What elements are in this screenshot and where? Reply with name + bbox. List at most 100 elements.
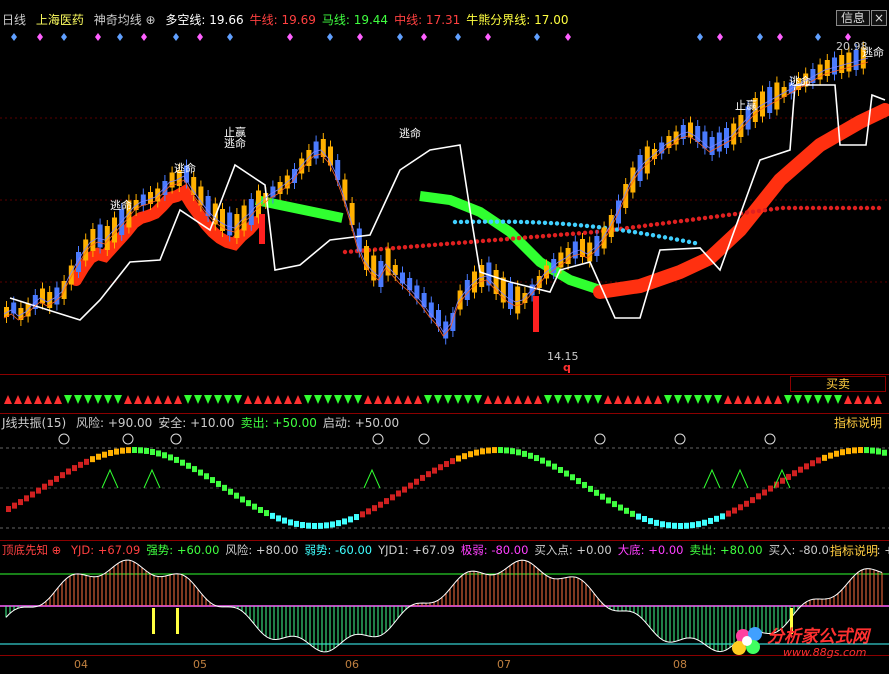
bull-bear-dot (432, 242, 438, 247)
bull-bear-dot (660, 221, 666, 226)
buy-arrow (24, 395, 32, 404)
midline-dot (650, 233, 656, 238)
midline-dot (554, 221, 560, 226)
sell-arrow (584, 395, 592, 404)
bull-bear-dot (528, 234, 534, 240)
osc-bar (450, 458, 455, 465)
buy-arrow (34, 395, 42, 404)
buy-sell-button[interactable]: 买卖 (790, 376, 886, 392)
osc-bar (618, 504, 623, 511)
candlestick (392, 265, 398, 275)
osc-bar (354, 514, 359, 521)
buy-arrow (644, 395, 652, 404)
osc-bar (750, 497, 755, 504)
bull-bear-dot (498, 237, 504, 242)
osc-bar (768, 485, 773, 492)
osc-title[interactable]: J线共振(15) (2, 416, 66, 430)
triangle-mark (363, 468, 381, 489)
signal-diamond (485, 33, 491, 41)
osc-bar (282, 517, 287, 524)
signal-diamond (777, 33, 783, 41)
osc-header: J线共振(15) 风险: +90.00 安全: +10.00 卖出: +50.00 启… (2, 414, 411, 431)
osc-bar (72, 465, 77, 472)
sell-arrow (204, 395, 212, 404)
x-axis-label: 04 (74, 658, 88, 671)
sell-arrow (714, 395, 722, 404)
sell-arrow (184, 395, 192, 404)
triangle-mark (703, 468, 721, 489)
osc-bar (384, 498, 389, 505)
bull-bear-dot (504, 236, 510, 242)
osc-bar (498, 447, 503, 454)
osc-bar (246, 500, 251, 507)
osc-bar (198, 469, 203, 476)
osc-bar (174, 456, 179, 463)
candlestick (738, 115, 744, 137)
osc-bar (144, 447, 149, 454)
osc-bar (528, 452, 533, 459)
buy-arrow (14, 395, 22, 404)
osc-bar (828, 452, 833, 459)
bull-bear-dot (654, 221, 660, 227)
bottom-title[interactable]: 顶底先知 (2, 543, 48, 557)
bull-bear-dot (510, 236, 516, 241)
osc-bar (522, 450, 527, 457)
candlestick (234, 214, 240, 238)
osc-bar (786, 473, 791, 480)
osc-bar (228, 488, 233, 495)
annotation-escape: 逃命 (399, 127, 421, 140)
bull-bear-dot (642, 223, 648, 228)
osc-bar (270, 512, 275, 519)
buy-arrow (534, 395, 542, 404)
candlestick (248, 199, 254, 225)
osc-bar (192, 466, 197, 473)
midline-dot (488, 219, 494, 224)
osc-help-button[interactable]: 指标说明 (834, 414, 882, 431)
bull-bear-dot (696, 216, 702, 221)
osc-bar (852, 447, 857, 454)
bull-bear-dot (714, 214, 720, 219)
osc-bar (762, 489, 767, 496)
candlestick (515, 286, 521, 314)
osc-bar (504, 447, 509, 454)
sell-arrow (474, 395, 482, 404)
sell-arrow (564, 395, 572, 404)
midline-dot (506, 219, 512, 224)
buy-arrow (844, 395, 852, 404)
osc-bar (294, 520, 299, 527)
osc-bar (48, 479, 53, 486)
bull-bear-dot (756, 208, 762, 214)
bull-bear-dot (540, 233, 546, 239)
osc-bar (546, 460, 551, 467)
osc-bar (702, 519, 707, 526)
candlestick (594, 236, 600, 256)
signal-diamond (117, 33, 123, 41)
midline-dot (626, 229, 632, 234)
watermark-title: 分析家公式网 (767, 627, 869, 647)
settings-icon[interactable]: ⊕ (52, 543, 62, 557)
bull-bear-dot (564, 232, 570, 237)
bottom-field: 强势: +60.00 (146, 543, 220, 557)
bull-bear-dot (864, 205, 870, 211)
osc-bar (114, 448, 119, 455)
buy-arrow (4, 395, 12, 404)
bottom-header: 顶底先知 ⊕ YJD: +67.09 强势: +60.00 风险: +80.00 弱势… (2, 542, 889, 558)
osc-bar (288, 519, 293, 526)
bull-band (70, 183, 262, 286)
triangle-mark (101, 468, 119, 489)
bottom-help-button[interactable]: 指标说明 (830, 542, 879, 559)
midline-dot (620, 228, 626, 233)
buy-arrow (744, 395, 752, 404)
buy-arrow (754, 395, 762, 404)
sell-arrow (114, 395, 122, 404)
osc-bar (186, 462, 191, 469)
candlestick (191, 177, 197, 195)
osc-bar (780, 477, 785, 484)
midline-dot (578, 223, 584, 228)
midline-dot (674, 237, 680, 242)
signal-diamond (141, 33, 147, 41)
sell-arrow (104, 395, 112, 404)
annotation-stop-profit: 止赢 (735, 99, 757, 112)
osc-bar (516, 449, 521, 456)
osc-bar (156, 450, 161, 457)
